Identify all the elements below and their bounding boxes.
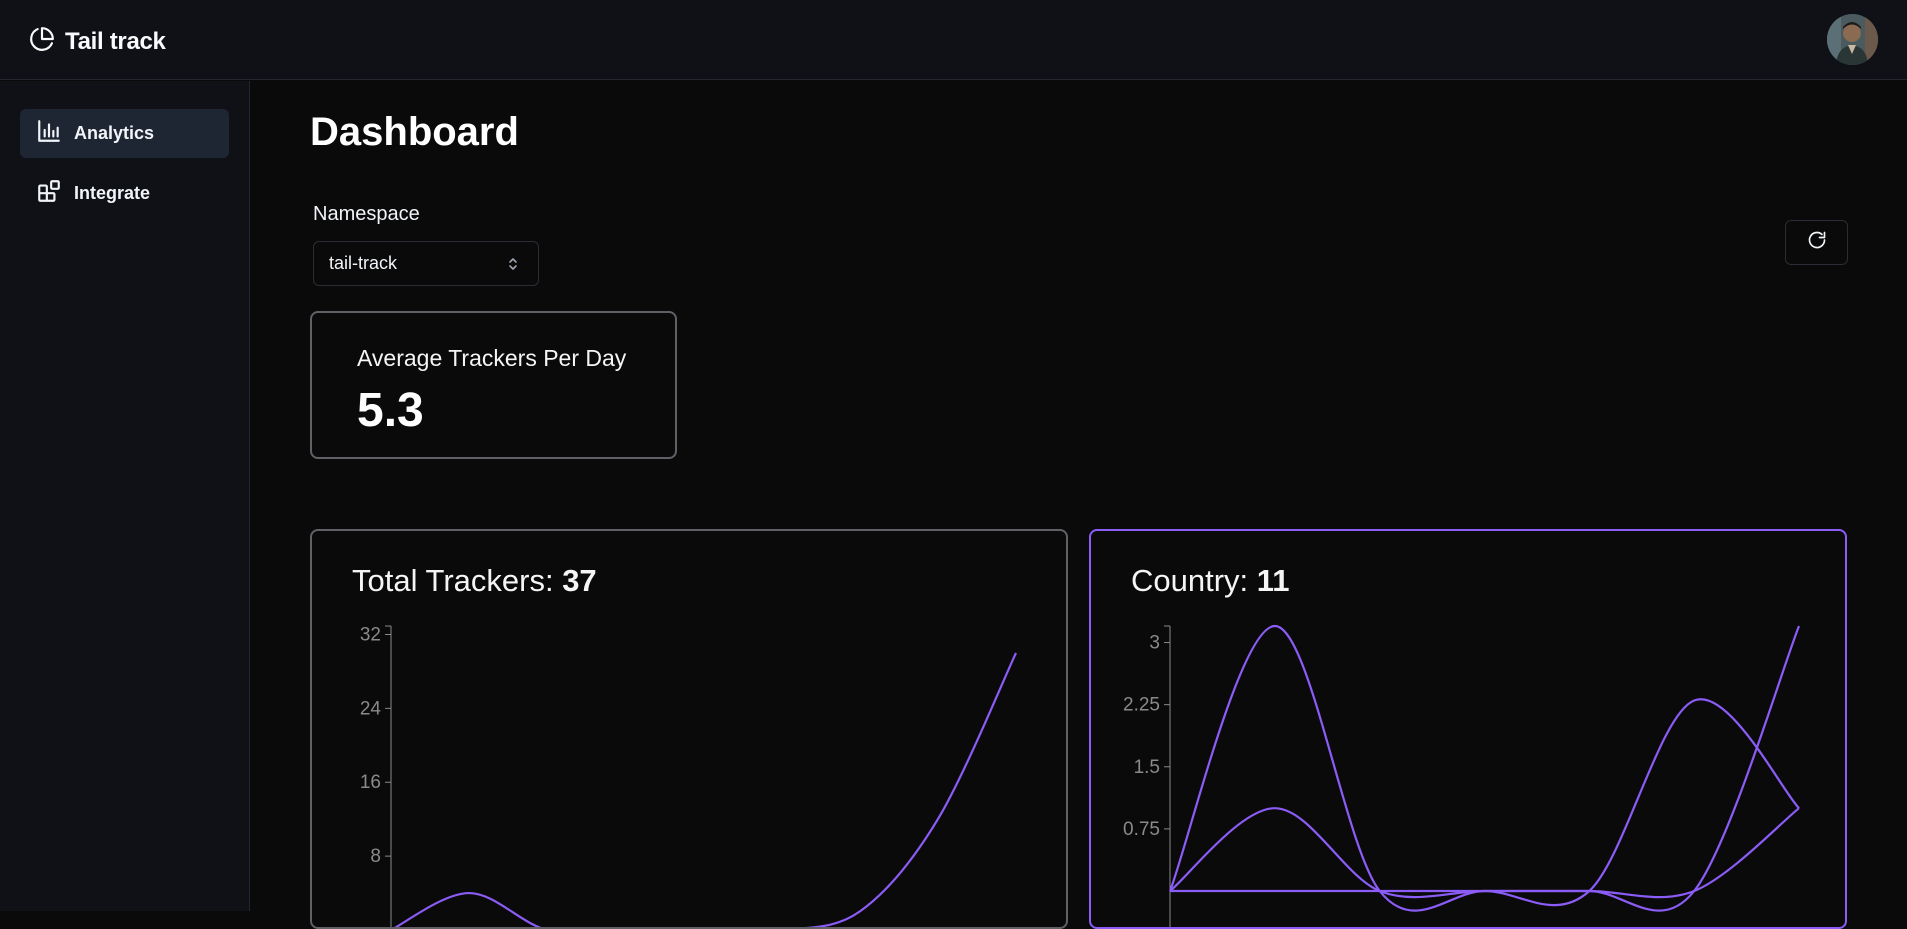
avatar[interactable] — [1827, 14, 1878, 65]
pie-chart-icon — [29, 26, 55, 57]
sidebar-item-analytics[interactable]: Analytics — [20, 109, 229, 158]
country-chart: 3 2.25 1.5 0.75 — [1123, 624, 1801, 927]
top-bar: Tail track — [0, 0, 1907, 80]
namespace-select[interactable]: tail-track — [313, 241, 539, 286]
chart-card-total-trackers: Total Trackers: 37 32 24 16 8 — [310, 529, 1068, 929]
app-title: Tail track — [65, 27, 166, 55]
bar-chart-icon — [36, 118, 62, 149]
sidebar: Analytics Integrate — [0, 81, 250, 911]
page-title: Dashboard — [310, 110, 519, 154]
y-tick-label: 2.25 — [1123, 695, 1160, 716]
chevrons-up-down-icon — [506, 255, 520, 278]
stat-card-average-trackers: Average Trackers Per Day 5.3 — [310, 311, 677, 459]
y-tick-label: 8 — [370, 846, 381, 867]
series-line — [394, 652, 1017, 927]
y-tick-label: 1.5 — [1134, 757, 1160, 778]
total-trackers-chart: 32 24 16 8 — [360, 624, 1017, 927]
main-content: Dashboard Namespace tail-track Average T… — [251, 81, 1907, 929]
stat-value: 5.3 — [357, 384, 424, 437]
series-line — [1170, 625, 1801, 912]
y-tick-label: 16 — [360, 772, 381, 793]
y-tick-label: 24 — [360, 698, 382, 719]
refresh-icon — [1807, 230, 1827, 255]
blocks-icon — [36, 178, 62, 209]
stat-label: Average Trackers Per Day — [357, 345, 627, 371]
refresh-button[interactable] — [1785, 220, 1848, 265]
y-tick-label: 32 — [360, 624, 381, 645]
sidebar-item-label: Integrate — [74, 183, 151, 203]
sidebar-item-label: Analytics — [74, 123, 155, 143]
brand[interactable]: Tail track — [29, 26, 166, 57]
chart-card-country: Country: 11 3 2.25 1.5 0.75 — [1089, 529, 1847, 929]
namespace-label: Namespace — [313, 203, 420, 225]
namespace-value: tail-track — [329, 253, 398, 273]
sidebar-item-integrate[interactable]: Integrate — [20, 169, 229, 218]
y-tick-label: 3 — [1149, 633, 1160, 654]
y-tick-label: 0.75 — [1123, 819, 1160, 840]
series-line — [1168, 624, 1800, 912]
series-line — [1169, 807, 1800, 899]
